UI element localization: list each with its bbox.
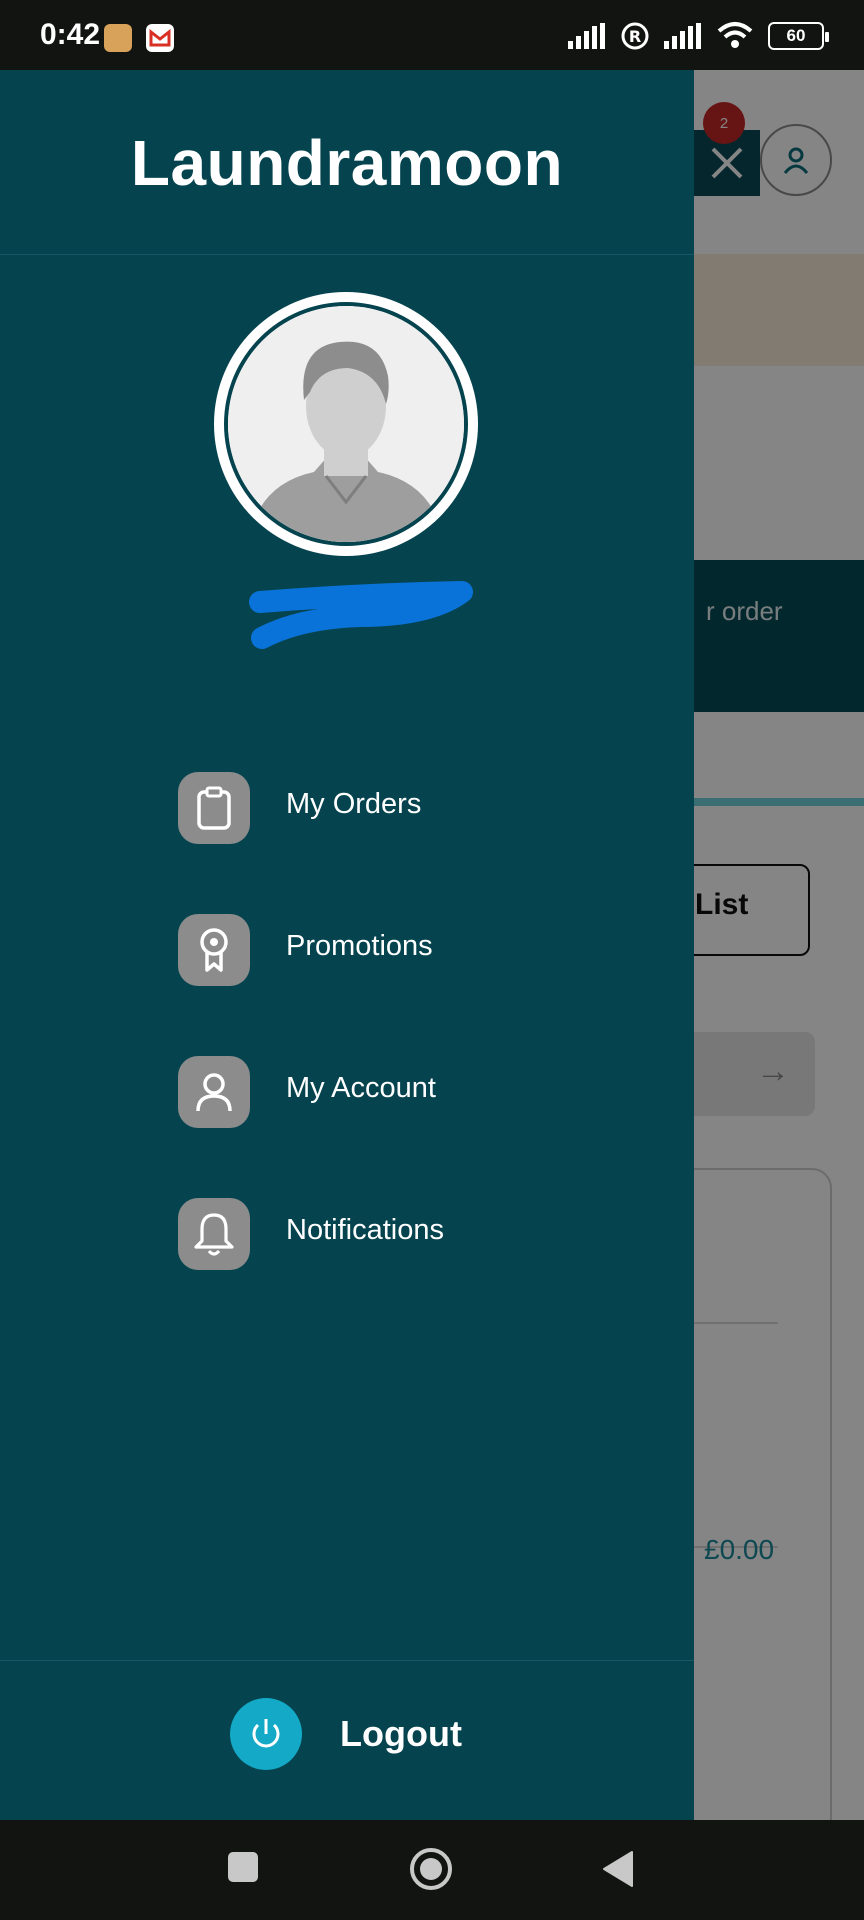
menu-label: My Account [286,1072,436,1104]
logout-label: Logout [340,1713,462,1754]
menu-label: Promotions [286,930,433,962]
battery-level: 60 [786,26,806,45]
award-ribbon-icon [178,914,250,986]
drawer-menu: My Orders Promotions My Account Notifica… [178,772,638,1340]
status-time: 0:42 [40,18,101,51]
registered-icon: R [621,22,649,50]
bell-icon [178,1198,250,1270]
signal-icon [664,23,701,49]
status-bar: 0:42 R 60 [0,0,864,70]
signal-icon [568,23,605,49]
svg-text:R: R [629,27,641,46]
logout-button[interactable]: Logout [230,1698,462,1770]
user-icon [178,1056,250,1128]
drawer-divider [0,1660,694,1661]
wifi-icon [717,22,753,48]
square-icon [228,1852,258,1882]
brand-logo: Laundramoon [130,127,564,199]
clipboard-icon [178,772,250,844]
back-triangle-icon [603,1851,633,1887]
app-notification-icon [104,24,132,52]
back-button[interactable] [600,1850,636,1893]
menu-item-promotions[interactable]: Promotions [178,914,638,1056]
navigation-drawer: Laundramoon My Orders Promotions My Acco… [0,70,694,1820]
menu-label: My Orders [286,788,422,820]
home-circle-icon [410,1848,452,1890]
recents-button[interactable] [226,1850,260,1889]
menu-item-my-account[interactable]: My Account [178,1056,638,1198]
status-indicators: R 60 [568,18,829,54]
menu-label: Notifications [286,1214,444,1246]
drawer-divider [0,254,694,255]
menu-item-notifications[interactable]: Notifications [178,1198,638,1340]
system-navigation-bar [0,1820,864,1920]
profile-avatar[interactable] [214,292,478,556]
power-icon [230,1698,302,1770]
home-button[interactable] [408,1846,454,1897]
redacted-name-scribble [249,581,473,649]
menu-item-my-orders[interactable]: My Orders [178,772,638,914]
person-silhouette-icon [228,306,464,542]
battery-icon: 60 [768,22,829,50]
gmail-icon [146,24,174,52]
